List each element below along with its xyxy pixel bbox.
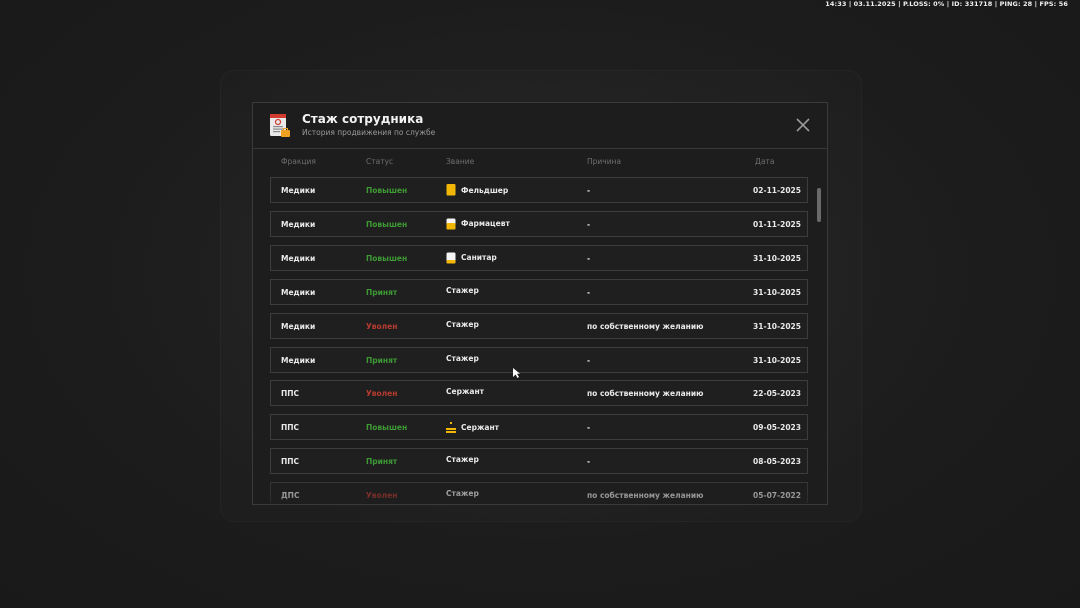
row-status: Уволен xyxy=(366,389,398,399)
row-status: Принят xyxy=(366,457,398,467)
row-rank: Санитар xyxy=(446,252,497,264)
row-rank: Фельдшер xyxy=(446,184,508,196)
row-rank: Стажер xyxy=(446,286,479,295)
table-row[interactable]: ППС Повышен Сержант - 09-05-2023 xyxy=(270,414,808,441)
col-reason: Причина xyxy=(587,157,622,166)
col-date: Дата xyxy=(755,157,775,166)
row-faction: Медики xyxy=(281,321,316,331)
row-faction: Медики xyxy=(281,219,316,229)
row-rank-label: Сержант xyxy=(461,422,500,432)
col-faction: Фракция xyxy=(281,157,316,166)
row-faction: Медики xyxy=(281,253,316,263)
row-reason: - xyxy=(587,423,591,433)
chevron-rank-icon xyxy=(446,422,456,434)
row-rank-label: Стажер xyxy=(446,455,479,465)
row-date: 08-05-2023 xyxy=(753,457,801,467)
row-date: 31-10-2025 xyxy=(753,321,801,331)
table-row[interactable]: ППС Уволен Сержант по собственному желанию 2… xyxy=(270,380,808,407)
row-status: Повышен xyxy=(366,253,408,263)
row-rank: Стажер xyxy=(446,455,479,464)
close-icon[interactable] xyxy=(795,117,811,133)
row-rank-label: Сержант xyxy=(446,387,485,397)
row-rank: Сержант xyxy=(446,387,484,396)
row-rank-label: Стажер xyxy=(446,319,479,329)
row-date: 02-11-2025 xyxy=(753,186,801,195)
row-faction: ППС xyxy=(281,457,300,467)
row-reason: - xyxy=(587,186,591,195)
row-faction: ППС xyxy=(281,423,300,433)
row-reason: по собственному желанию xyxy=(587,491,704,501)
table-row[interactable]: Медики Принят Стажер - 31-10-2025 xyxy=(270,278,808,305)
row-faction: ДПС xyxy=(281,491,300,501)
row-reason: - xyxy=(587,355,591,365)
table-row[interactable]: Медики Принят Стажер - 31-10-2025 xyxy=(270,346,808,373)
table-row[interactable]: Медики Повышен Санитар - 31-10-2025 xyxy=(270,244,808,271)
modal-subtitle: История продвижения по службе xyxy=(302,128,436,137)
table-header: Фракция Статус Звание Причина Дата xyxy=(253,157,827,169)
row-rank-label: Фельдшер xyxy=(461,185,509,195)
scrollbar-thumb[interactable] xyxy=(817,188,821,222)
row-date: 31-10-2025 xyxy=(753,253,801,263)
modal-title: Стаж сотрудника xyxy=(302,112,424,126)
row-rank-label: Стажер xyxy=(446,285,479,295)
row-status: Повышен xyxy=(366,186,408,195)
row-status: Принят xyxy=(366,355,398,365)
table-row[interactable]: ППС Принят Стажер - 08-05-2023 xyxy=(270,448,808,475)
badge-half-icon xyxy=(446,218,456,230)
row-reason: по собственному желанию xyxy=(587,321,704,331)
row-date: 31-10-2025 xyxy=(753,355,801,365)
row-reason: - xyxy=(587,287,591,297)
row-status: Уволен xyxy=(366,491,398,501)
modal-header: Стаж сотрудника История продвижения по с… xyxy=(253,103,827,149)
document-icon xyxy=(270,114,290,137)
table-row[interactable]: Медики Повышен Фельдшер - 02-11-2025 xyxy=(270,177,808,203)
row-faction: Медики xyxy=(281,186,316,195)
badge-full-icon xyxy=(446,184,456,196)
table-row[interactable]: Медики Повышен Фармацевт - 01-11-2025 xyxy=(270,210,808,237)
row-date: 22-05-2023 xyxy=(753,389,801,399)
row-date: 31-10-2025 xyxy=(753,287,801,297)
row-rank: Стажер xyxy=(446,489,479,498)
row-rank-label: Стажер xyxy=(446,353,479,363)
row-status: Повышен xyxy=(366,219,408,229)
history-list[interactable]: Медики Повышен Фельдшер - 02-11-2025 Медики По… xyxy=(270,177,810,503)
table-row[interactable]: Медики Уволен Стажер по собственному желани… xyxy=(270,312,808,339)
row-status: Повышен xyxy=(366,423,408,433)
row-faction: ППС xyxy=(281,389,300,399)
row-date: 05-07-2022 xyxy=(753,491,801,501)
row-date: 09-05-2023 xyxy=(753,423,801,433)
row-reason: по собственному желанию xyxy=(587,389,704,399)
col-rank: Звание xyxy=(446,157,475,166)
row-rank-label: Санитар xyxy=(461,253,497,263)
row-faction: Медики xyxy=(281,287,316,297)
badge-low-icon xyxy=(446,252,456,264)
hud-status-bar: 14:33 | 03.11.2025 | P.LOSS: 0% | ID: 33… xyxy=(825,0,1068,8)
row-rank-label: Фармацевт xyxy=(461,219,510,229)
row-date: 01-11-2025 xyxy=(753,219,801,229)
row-rank: Фармацевт xyxy=(446,218,510,230)
mouse-cursor-icon xyxy=(513,368,520,378)
row-status: Принят xyxy=(366,287,398,297)
row-rank: Стажер xyxy=(446,320,479,329)
table-row[interactable]: ДПС Уволен Стажер по собственному желанию 05… xyxy=(270,482,808,503)
seniority-modal: Стаж сотрудника История продвижения по с… xyxy=(252,102,828,505)
row-rank: Сержант xyxy=(446,421,500,434)
row-faction: Медики xyxy=(281,355,316,365)
col-status: Статус xyxy=(366,157,394,166)
row-rank-label: Стажер xyxy=(446,489,479,499)
row-reason: - xyxy=(587,457,591,467)
row-rank: Стажер xyxy=(446,354,479,363)
row-status: Уволен xyxy=(366,321,398,331)
row-reason: - xyxy=(587,219,591,229)
row-reason: - xyxy=(587,253,591,263)
